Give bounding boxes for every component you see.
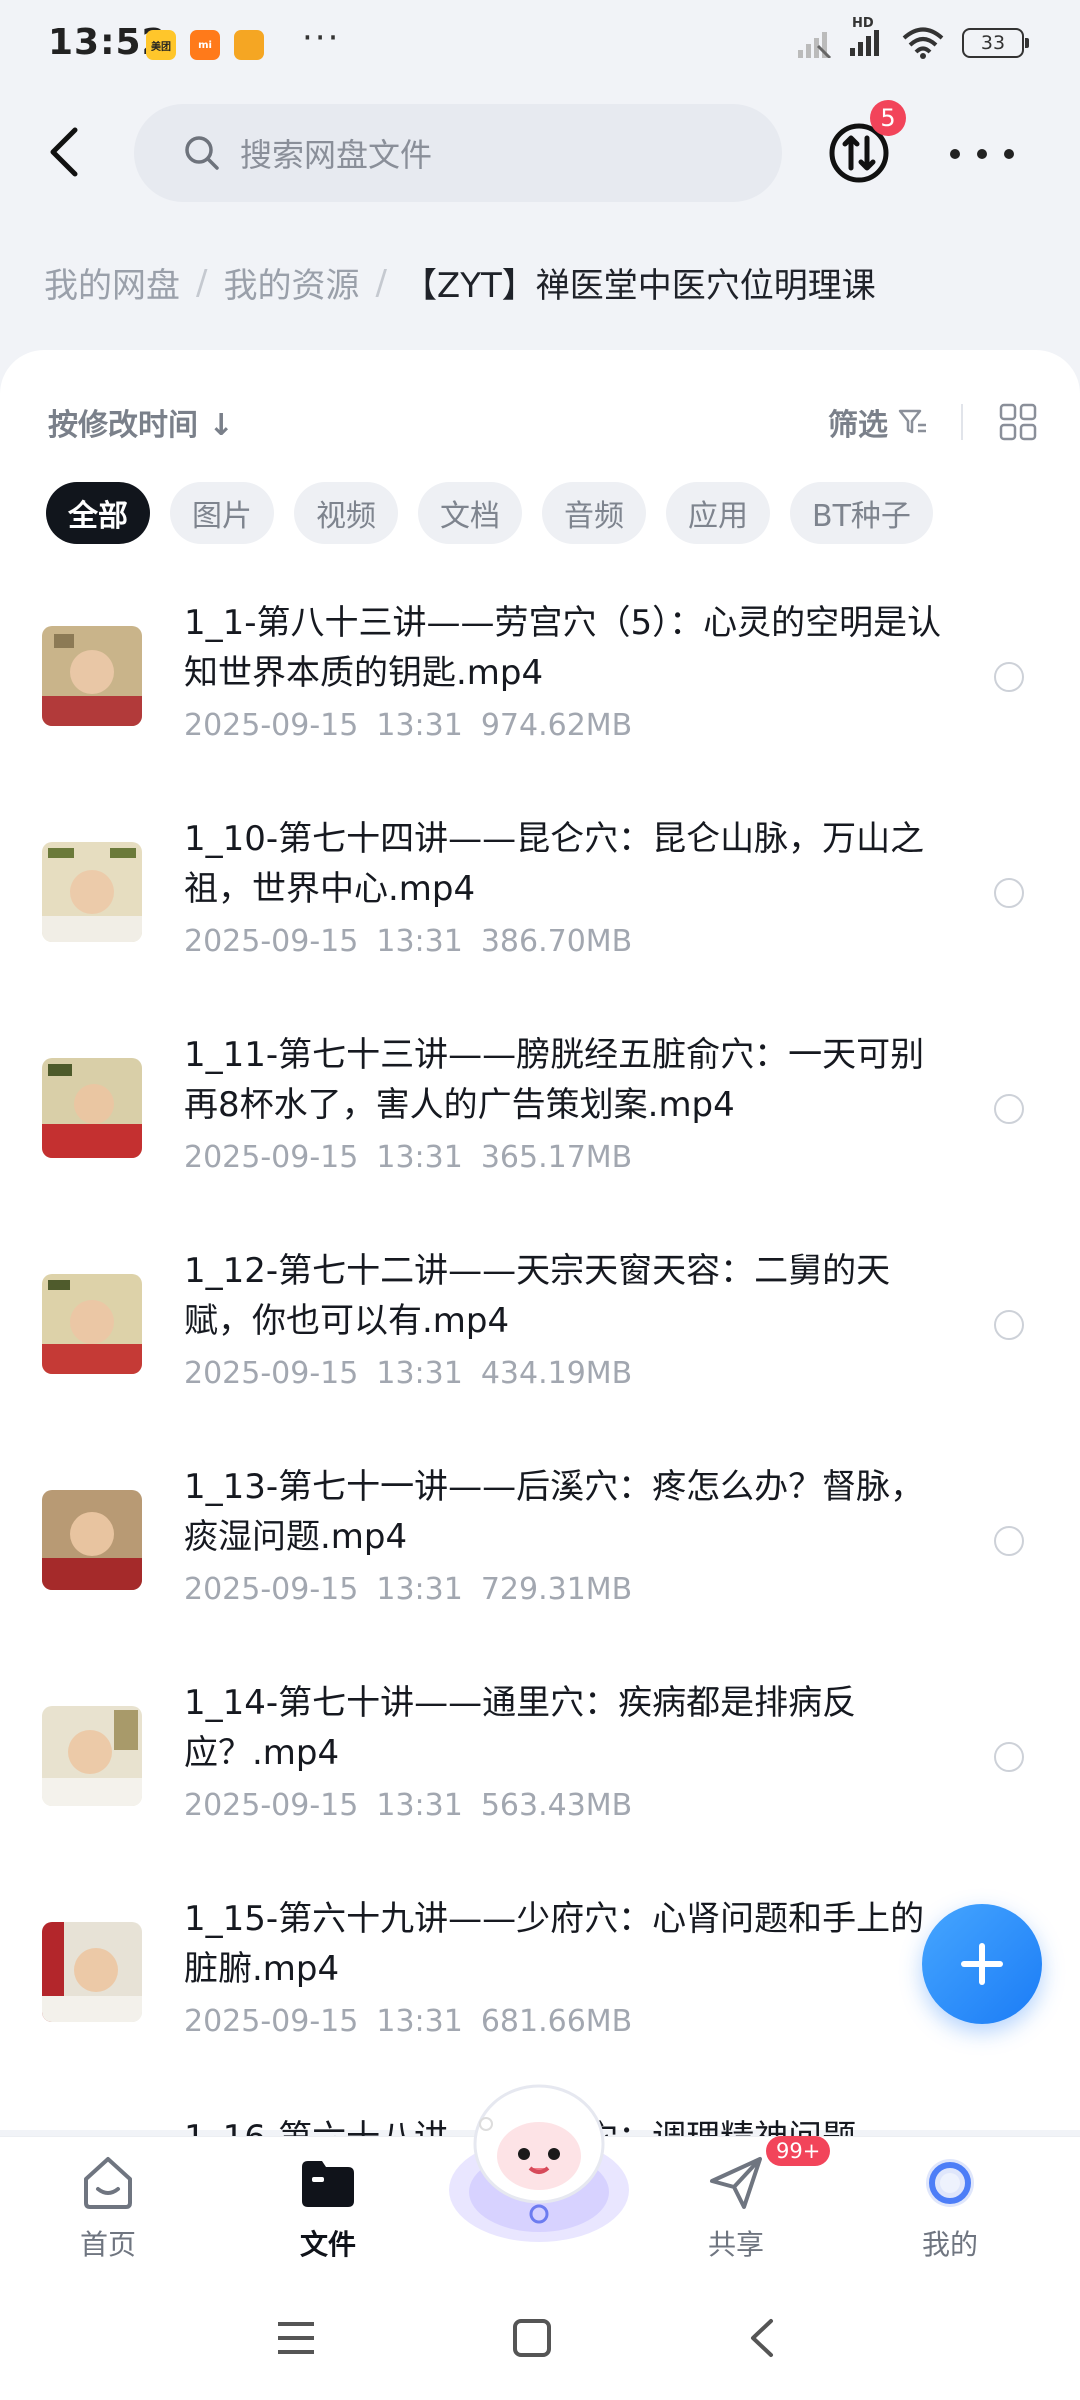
select-checkbox[interactable] xyxy=(994,662,1024,692)
chip-documents[interactable]: 文档 xyxy=(418,482,522,544)
send-icon xyxy=(710,2157,762,2209)
breadcrumb-my-drive[interactable]: 我的网盘 xyxy=(44,258,180,307)
system-nav-bar xyxy=(0,2276,1080,2400)
file-name: 1_1-第八十三讲——劳宫穴（5）：心灵的空明是认知世界本质的钥匙.mp4 xyxy=(184,603,942,693)
meituan-app-icon: 美团 xyxy=(146,30,176,60)
file-row[interactable]: 1_10-第七十四讲——昆仑穴：昆仑山脉，万山之祖，世界中心.mp4 2025-… xyxy=(0,806,1080,1022)
select-checkbox[interactable] xyxy=(994,1094,1024,1124)
select-checkbox[interactable] xyxy=(994,878,1024,908)
file-list: 1_1-第八十三讲——劳宫穴（5）：心灵的空明是认知世界本质的钥匙.mp4 20… xyxy=(0,590,1080,2102)
file-meta: 2025-09-15 13:31 434.19MB xyxy=(184,1356,633,1391)
mascot-icon xyxy=(449,2084,629,2242)
video-thumbnail xyxy=(42,1274,142,1374)
grid-view-icon xyxy=(999,403,1037,441)
file-row[interactable]: 1_13-第七十一讲——后溪穴：疼怎么办？督脉，痰湿问题.mp4 2025-09… xyxy=(0,1454,1080,1670)
filter-label: 筛选 xyxy=(828,408,888,443)
chip-images[interactable]: 图片 xyxy=(170,482,274,544)
back-triangle-icon xyxy=(751,2319,773,2357)
file-meta: 2025-09-15 13:31 729.31MB xyxy=(184,1572,633,1607)
video-thumbnail xyxy=(42,1922,142,2022)
chip-videos[interactable]: 视频 xyxy=(294,482,398,544)
chip-apps[interactable]: 应用 xyxy=(666,482,770,544)
menu-icon xyxy=(278,2322,314,2354)
chevron-left-icon xyxy=(50,127,78,177)
mi-app-icon: mi xyxy=(190,30,220,60)
toolbar: 按修改时间 ↓ 筛选 xyxy=(48,400,1038,450)
square-icon xyxy=(513,2319,551,2357)
search-icon xyxy=(185,136,219,170)
chip-audio[interactable]: 音频 xyxy=(542,482,646,544)
breadcrumb: 我的网盘 / 我的资源 / 【ZYT】禅医堂中医穴位明理课 xyxy=(44,258,876,307)
nav-home-label: 首页 xyxy=(79,2228,136,2261)
back-button[interactable] xyxy=(34,122,94,182)
file-name: 1_12-第七十二讲——天宗天窗天容：二舅的天赋，你也可以有.mp4 xyxy=(184,1251,891,1341)
nav-files-label: 文件 xyxy=(299,2228,356,2261)
header: 搜索网盘文件 5 xyxy=(0,100,1080,206)
share-count-badge: 99+ xyxy=(766,2136,831,2166)
nav-home[interactable]: 首页 xyxy=(38,2151,178,2263)
chip-bt-torrents[interactable]: BT种子 xyxy=(790,482,933,544)
filter-icon xyxy=(898,409,926,434)
nav-me-label: 我的 xyxy=(921,2228,978,2261)
nav-me[interactable]: 我的 xyxy=(880,2151,1020,2263)
sort-button[interactable]: 按修改时间 ↓ xyxy=(48,400,234,444)
file-row[interactable]: 1_1-第八十三讲——劳宫穴（5）：心灵的空明是认知世界本质的钥匙.mp4 20… xyxy=(0,590,1080,806)
file-name: 1_13-第七十一讲——后溪穴：疼怎么办？督脉，痰湿问题.mp4 xyxy=(184,1467,925,1557)
search-placeholder: 搜索网盘文件 xyxy=(240,136,433,174)
file-row[interactable]: 1_12-第七十二讲——天宗天窗天容：二舅的天赋，你也可以有.mp4 2025-… xyxy=(0,1238,1080,1454)
status-app-icons: 美团 mi xyxy=(146,30,264,60)
battery-icon: 33 xyxy=(962,28,1029,58)
chip-all[interactable]: 全部 xyxy=(46,482,150,544)
file-meta: 2025-09-15 13:31 974.62MB xyxy=(184,708,633,743)
breadcrumb-my-resources[interactable]: 我的资源 xyxy=(223,258,359,307)
status-bar: 13:52 美团 mi ··· HD 33 xyxy=(0,0,1080,92)
filter-button[interactable]: 筛选 xyxy=(828,400,928,444)
menu-nav-button[interactable] xyxy=(272,2314,320,2362)
nav-share[interactable]: 共享 xyxy=(666,2151,806,2263)
file-row[interactable]: 1_11-第七十三讲——膀胱经五脏俞穴：一天可别再8杯水了，害人的广告策划案.m… xyxy=(0,1022,1080,1238)
ai-assistant-button[interactable] xyxy=(446,2080,632,2252)
file-name: 1_10-第七十四讲——昆仑穴：昆仑山脉，万山之祖，世界中心.mp4 xyxy=(184,819,925,909)
file-row[interactable]: 1_15-第六十九讲——少府穴：心肾问题和手上的脏腑.mp4 2025-09-1… xyxy=(0,1886,1080,2102)
breadcrumb-current-folder: 【ZYT】禅医堂中医穴位明理课 xyxy=(402,266,876,306)
toolbar-divider xyxy=(961,404,963,440)
grid-view-button[interactable] xyxy=(998,402,1038,442)
signal-weak-icon xyxy=(798,32,832,58)
breadcrumb-separator: / xyxy=(196,262,208,303)
video-thumbnail xyxy=(42,1058,142,1158)
file-name: 1_11-第七十三讲——膀胱经五脏俞穴：一天可别再8杯水了，害人的广告策划案.m… xyxy=(184,1035,925,1125)
nav-share-label: 共享 xyxy=(707,2228,764,2261)
wifi-icon xyxy=(902,27,944,59)
video-thumbnail xyxy=(42,626,142,726)
file-meta: 2025-09-15 13:31 365.17MB xyxy=(184,1140,633,1175)
file-meta: 2025-09-15 13:31 386.70MB xyxy=(184,924,633,959)
video-thumbnail xyxy=(42,1706,142,1806)
back-nav-button[interactable] xyxy=(738,2314,786,2362)
breadcrumb-separator: / xyxy=(375,262,387,303)
add-button[interactable] xyxy=(922,1904,1042,2024)
home-icon xyxy=(84,2157,132,2209)
nav-files[interactable]: 文件 xyxy=(258,2151,398,2263)
plus-icon xyxy=(961,1943,1003,1985)
signal-hd-icon: HD xyxy=(850,16,884,60)
file-row[interactable]: 1_14-第七十讲——通里穴：疾病都是排病反应？.mp4 2025-09-15 1… xyxy=(0,1670,1080,1886)
file-meta: 2025-09-15 13:31 563.43MB xyxy=(184,1788,633,1823)
file-name: 1_14-第七十讲——通里穴：疾病都是排病反应？.mp4 xyxy=(184,1683,857,1773)
status-more-icon: ··· xyxy=(302,18,341,58)
search-input[interactable]: 搜索网盘文件 xyxy=(134,104,782,202)
file-name: 1_15-第六十九讲——少府穴：心肾问题和手上的脏腑.mp4 xyxy=(184,1899,925,1989)
folder-icon xyxy=(302,2161,354,2207)
select-checkbox[interactable] xyxy=(994,1526,1024,1556)
video-thumbnail xyxy=(42,1490,142,1590)
more-options-button[interactable] xyxy=(950,134,1014,174)
video-thumbnail xyxy=(42,842,142,942)
select-checkbox[interactable] xyxy=(994,1310,1024,1340)
file-meta: 2025-09-15 13:31 681.66MB xyxy=(184,2004,633,2039)
select-checkbox[interactable] xyxy=(994,1742,1024,1772)
transfer-count-badge: 5 xyxy=(870,100,906,136)
category-chips: 全部 图片 视频 文档 音频 应用 BT种子 xyxy=(46,482,933,544)
home-nav-button[interactable] xyxy=(508,2314,556,2362)
profile-icon xyxy=(926,2159,974,2207)
note-app-icon xyxy=(234,30,264,60)
